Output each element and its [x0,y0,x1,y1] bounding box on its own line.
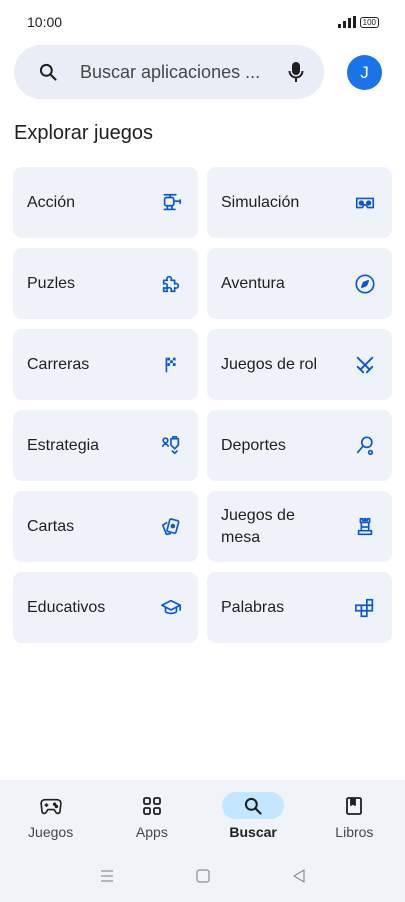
category-deportes[interactable]: Deportes [207,410,392,481]
category-palabras[interactable]: Palabras [207,572,392,643]
category-label: Simulación [221,193,300,211]
category-label: Cartas [27,517,75,535]
microphone-icon[interactable] [288,61,304,83]
search-icon [222,792,285,819]
category-accion[interactable]: Acción [13,167,198,238]
puzzle-icon [160,273,182,295]
category-label: Acción [27,193,76,211]
graduation-cap-icon [160,597,182,619]
crossed-swords-icon [354,354,376,376]
nav-label: Apps [135,824,168,840]
category-juegos-de-mesa[interactable]: Juegos de mesa [207,491,392,562]
category-educativos[interactable]: Educativos [13,572,198,643]
cards-icon [160,516,182,538]
search-input[interactable]: Buscar aplicaciones ... [80,62,288,83]
nav-juegos[interactable]: Juegos [3,792,99,840]
nav-apps[interactable]: Apps [104,792,200,840]
signal-icon [337,16,356,28]
category-label: Juegos de mesa [221,506,295,546]
back-icon[interactable] [291,868,307,884]
category-estrategia[interactable]: Estrategia [13,410,198,481]
helicopter-icon [160,192,182,214]
battery-indicator: 100 [359,16,379,28]
system-navigation [0,868,405,884]
avatar[interactable]: J [347,55,382,90]
status-icons: 100 [337,16,379,28]
category-cartas[interactable]: Cartas [13,491,198,562]
bottom-navigation: Juegos Apps Buscar Libros [0,780,405,902]
strategy-icon [160,435,182,457]
gamepad-icon [20,792,82,819]
menu-icon[interactable] [99,868,115,884]
category-label: Carreras [27,355,90,373]
chess-rook-icon [354,516,376,538]
category-label: Juegos de rol [221,355,318,373]
category-label: Aventura [221,274,285,292]
category-label: Educativos [27,598,106,616]
nav-libros[interactable]: Libros [306,792,402,840]
apps-grid-icon [121,792,183,819]
book-icon [323,792,385,819]
category-puzles[interactable]: Puzles [13,248,198,319]
vr-headset-icon [354,192,376,214]
category-label: Palabras [221,598,285,616]
category-aventura[interactable]: Aventura [207,248,392,319]
category-label: Puzles [27,274,76,292]
word-tiles-icon [354,597,376,619]
search-icon [39,63,57,81]
nav-buscar[interactable]: Buscar [205,792,301,840]
search-row: Buscar aplicaciones ... J [14,45,390,99]
category-label: Deportes [221,436,286,454]
category-grid: Acción Simulación Puzles Aventura Carrer… [13,167,392,643]
checkered-flag-icon [160,354,182,376]
category-simulacion[interactable]: Simulación [207,167,392,238]
search-bar[interactable]: Buscar aplicaciones ... [14,45,324,99]
page-title: Explorar juegos [14,122,153,144]
compass-icon [354,273,376,295]
nav-label: Juegos [28,824,74,840]
status-bar: 10:00 100 [0,0,405,44]
category-label: Estrategia [27,436,100,454]
status-time: 10:00 [27,14,63,30]
nav-label: Buscar [229,824,277,840]
racket-icon [354,435,376,457]
category-juegos-de-rol[interactable]: Juegos de rol [207,329,392,400]
home-icon[interactable] [195,868,211,884]
category-carreras[interactable]: Carreras [13,329,198,400]
nav-label: Libros [335,824,374,840]
